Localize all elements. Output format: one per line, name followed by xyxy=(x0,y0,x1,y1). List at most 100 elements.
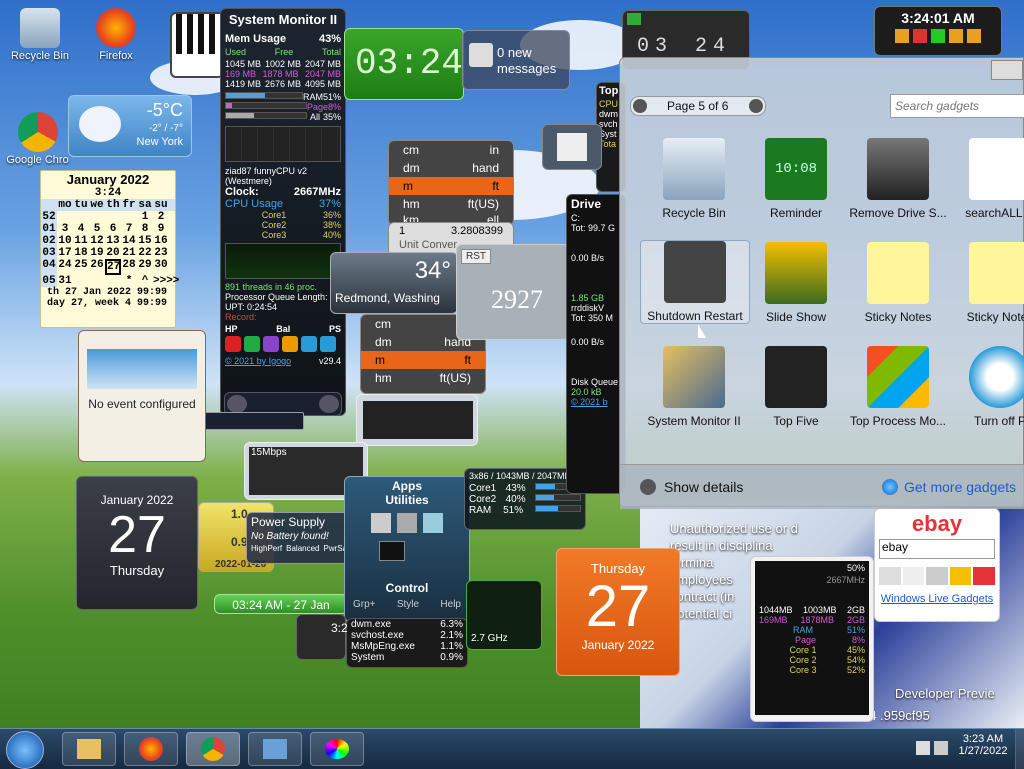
calendar-day[interactable]: * xyxy=(121,275,137,287)
calendar-day[interactable] xyxy=(89,275,105,287)
calendar-big-gadget[interactable]: January 2022 27 Thursday xyxy=(76,476,198,610)
network-icon[interactable] xyxy=(934,741,948,755)
calendar-day[interactable]: ^ xyxy=(137,275,153,287)
digital-clock-gadget[interactable]: 03:24 xyxy=(344,28,464,100)
drive-credit-link[interactable]: © 2021 b xyxy=(571,397,621,407)
mail-gadget[interactable] xyxy=(542,124,602,170)
info-button[interactable] xyxy=(320,336,336,352)
chevron-down-icon[interactable] xyxy=(640,479,656,495)
calendar-day[interactable]: 1 xyxy=(137,211,153,223)
calendar-day[interactable] xyxy=(121,211,137,223)
calendar-day[interactable]: 12 xyxy=(89,235,105,247)
util-icon[interactable] xyxy=(371,513,391,533)
gallery-item-turn-off[interactable]: Turn off P xyxy=(946,346,1024,428)
desktop-icon-recycle-bin[interactable]: Recycle Bin xyxy=(0,8,80,62)
calendar-day[interactable]: 5 xyxy=(89,223,105,235)
unit-selected[interactable]: ft xyxy=(492,179,499,193)
shutdown-icon[interactable] xyxy=(913,29,927,43)
calendar-orange-gadget[interactable]: Thursday 27 January 2022 xyxy=(556,548,680,676)
calendar-day[interactable]: >>>> xyxy=(153,275,179,287)
logoff-icon[interactable] xyxy=(967,29,981,43)
search-gadgets-input[interactable]: Search gadgets xyxy=(890,94,1024,118)
credit-link[interactable]: © 2021 by Igogo xyxy=(225,356,291,366)
taskbar-clock[interactable]: 3:23 AM 1/27/2022 xyxy=(950,733,1016,757)
cmd-icon[interactable] xyxy=(379,541,405,561)
wikipedia-icon[interactable] xyxy=(902,567,925,585)
unit-option[interactable]: cm xyxy=(375,317,391,331)
unit-option[interactable]: ft(US) xyxy=(468,197,499,211)
weather-gadget-2[interactable]: 34° Redmond, Washing xyxy=(330,252,458,314)
piano-gadget[interactable] xyxy=(170,12,224,78)
calendar-day[interactable]: 13 xyxy=(105,235,121,247)
forward-arrow-icon[interactable] xyxy=(319,395,339,413)
taskbar-remote-desktop[interactable] xyxy=(248,732,302,766)
calendar-day[interactable]: 22 xyxy=(137,247,153,259)
calendar-day[interactable]: 14 xyxy=(121,235,137,247)
lock-icon[interactable] xyxy=(949,29,963,43)
tab-help[interactable]: Help xyxy=(440,599,461,610)
network-monitor-gadget[interactable] xyxy=(356,394,478,446)
taskbar-chrome[interactable] xyxy=(186,732,240,766)
weather-gadget[interactable]: -5°C -2° / -7° New York xyxy=(68,95,192,157)
window-minimize-button[interactable] xyxy=(991,60,1023,80)
calendar-day[interactable] xyxy=(73,275,89,287)
unit-option[interactable]: dm xyxy=(403,161,420,175)
mini-clock-gadget[interactable]: 3:2 xyxy=(296,614,348,660)
unit-selected[interactable]: m xyxy=(375,353,385,367)
calendar-day[interactable]: 9 xyxy=(153,223,169,235)
processes-gadget[interactable]: dwm.exe 6.3% svchost.exe 2.1% MsMpEng.exe 1… xyxy=(346,618,468,668)
util-icon[interactable] xyxy=(397,513,417,533)
ebay-icon[interactable] xyxy=(973,567,995,585)
calendar-day[interactable]: 4 xyxy=(73,223,89,235)
counter-gadget[interactable]: RST 2927 xyxy=(456,244,582,340)
tab-group[interactable]: Grp+ xyxy=(353,599,376,610)
reset-button[interactable]: RST xyxy=(461,249,491,264)
gallery-item-reminder[interactable]: 10:08 Reminder xyxy=(742,138,850,220)
calendar-day[interactable]: 19 xyxy=(89,247,105,259)
taskbar-firefox[interactable] xyxy=(124,732,178,766)
action-center-flag-icon[interactable] xyxy=(916,741,930,755)
start-button[interactable] xyxy=(6,731,44,769)
gallery-item-searchall[interactable]: searchALL G xyxy=(946,138,1024,220)
gallery-item-recycle-bin[interactable]: Recycle Bin xyxy=(640,138,748,220)
calendar-day[interactable]: 10 xyxy=(57,235,73,247)
sleep-icon[interactable] xyxy=(895,29,909,43)
mini-monitor-gadget[interactable]: 50% 2667MHz 1044MB 1003MB 2GB 169MB 1878MB 2… xyxy=(750,556,874,722)
calendar-day[interactable] xyxy=(105,211,121,223)
calendar-day[interactable]: 2 xyxy=(153,211,169,223)
back-arrow-icon[interactable] xyxy=(227,395,247,413)
unit-selected[interactable]: ft xyxy=(464,353,471,367)
calendar-day[interactable]: 6 xyxy=(105,223,121,235)
ebay-search-input[interactable]: ebay xyxy=(879,539,995,559)
calendar-day[interactable]: 8 xyxy=(137,223,153,235)
show-desktop-button[interactable] xyxy=(1015,729,1024,769)
calendar-day[interactable]: 27 xyxy=(105,259,121,275)
prev-page-button[interactable] xyxy=(633,99,647,113)
calendar-day[interactable]: 18 xyxy=(73,247,89,259)
unit-option[interactable]: dm xyxy=(375,335,392,349)
unit-selected[interactable]: m xyxy=(403,179,413,193)
power-mode[interactable]: Balanced xyxy=(286,544,319,553)
calendar-day[interactable]: 26 xyxy=(89,259,105,275)
power-button[interactable] xyxy=(225,336,241,352)
calendar-day[interactable]: 25 xyxy=(73,259,89,275)
desktop-icon-firefox[interactable]: Firefox xyxy=(76,8,156,62)
unit-option[interactable]: hm xyxy=(403,197,420,211)
calendar-day[interactable]: 29 xyxy=(137,259,153,275)
calendar-day[interactable] xyxy=(57,211,73,223)
taskbar-explorer[interactable] xyxy=(62,732,116,766)
util-icon[interactable] xyxy=(423,513,443,533)
calendar-day[interactable]: 15 xyxy=(137,235,153,247)
amazon-logo-icon[interactable] xyxy=(949,567,972,585)
show-details-button[interactable]: Show details xyxy=(664,479,743,495)
unit-converter-gadget[interactable]: cm in dm hand m ft hm ft(US) km ell xyxy=(388,140,514,227)
taskbar-paint[interactable] xyxy=(310,732,364,766)
ebay-gadget[interactable]: ebay ebay Windows Live Gadgets xyxy=(874,508,1000,622)
power-mode[interactable]: HighPerf xyxy=(251,544,282,553)
apps-launcher-gadget[interactable]: Apps Utilities Control Grp+ Style Help xyxy=(344,476,470,622)
system-monitor-gadget[interactable]: System Monitor II Mem Usage 43% Used Free T… xyxy=(220,8,346,416)
unit-option[interactable]: hm xyxy=(375,371,392,385)
gallery-item-top-five[interactable]: Top Five xyxy=(742,346,850,428)
time-bar-gadget[interactable]: 03:24 AM - 27 Jan xyxy=(214,594,348,614)
next-page-button[interactable] xyxy=(749,99,763,113)
